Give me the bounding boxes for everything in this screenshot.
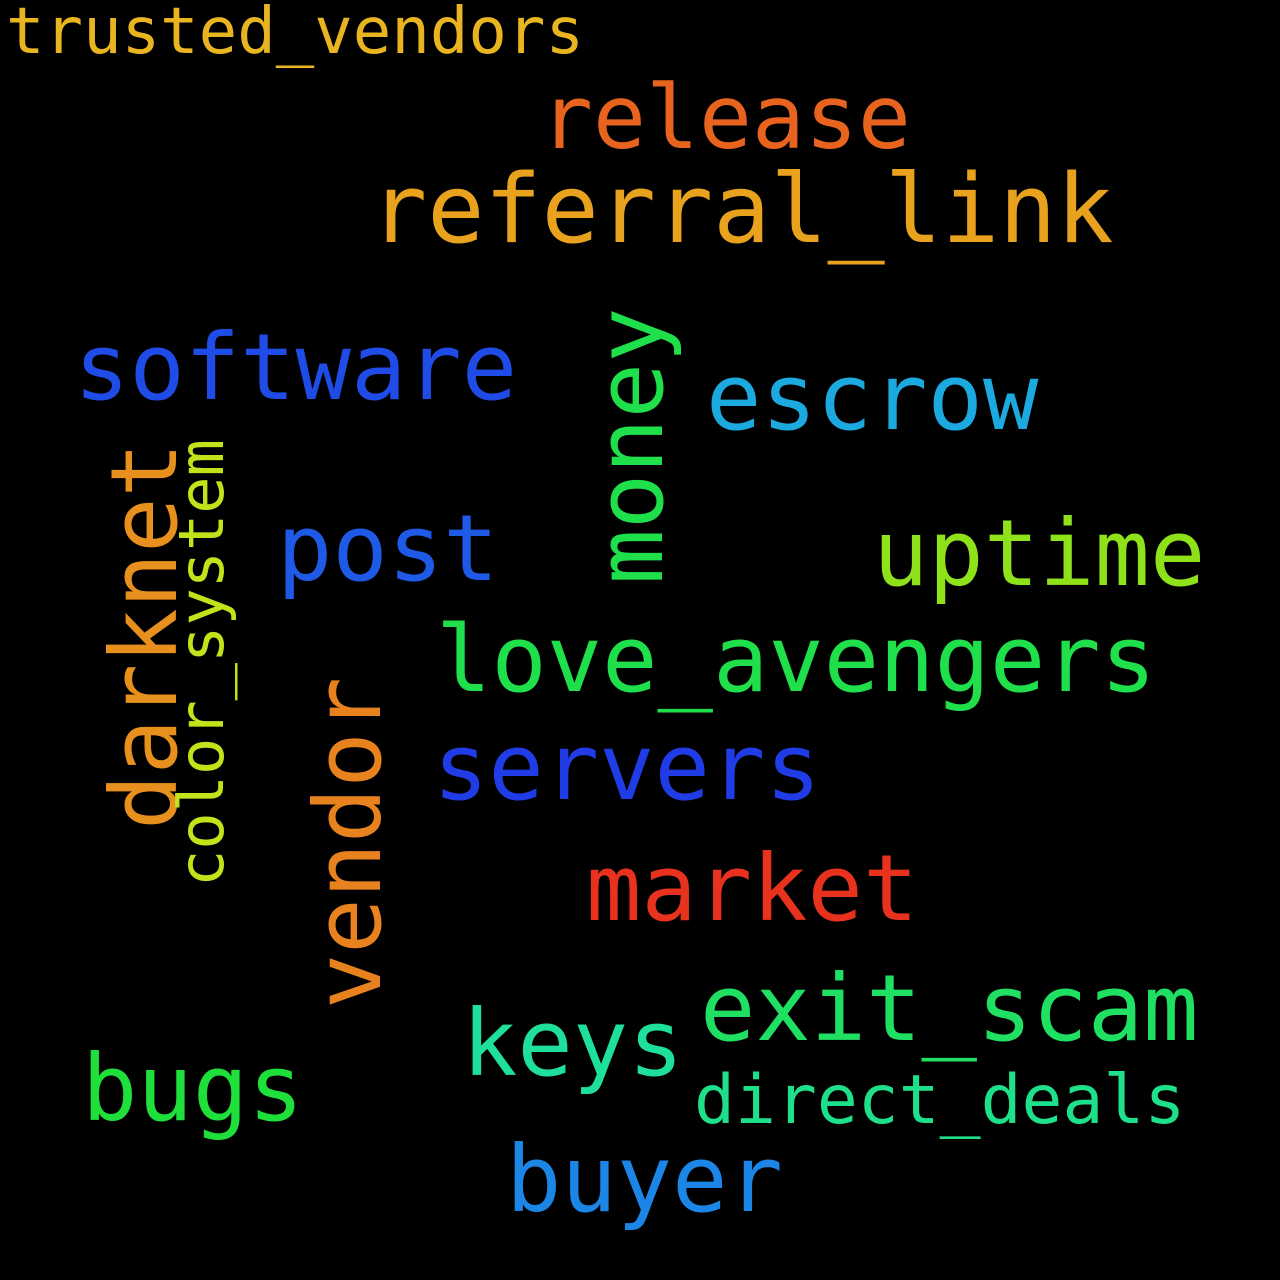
word-vendor: vendor bbox=[295, 676, 402, 1010]
word-color-system: color_system bbox=[165, 439, 238, 887]
word-direct-deals: direct_deals bbox=[694, 1061, 1186, 1140]
word-referral-link: referral_link bbox=[370, 155, 1114, 265]
word-release: release bbox=[540, 66, 911, 169]
word-escrow: escrow bbox=[706, 344, 1039, 451]
word-uptime: uptime bbox=[873, 500, 1206, 607]
word-cloud: trusted_vendors release referral_link so… bbox=[0, 0, 1280, 1280]
word-money: money bbox=[577, 307, 684, 585]
word-bugs: bugs bbox=[82, 1035, 304, 1142]
word-servers: servers bbox=[433, 714, 821, 821]
word-buyer: buyer bbox=[506, 1126, 783, 1233]
word-trusted-vendors: trusted_vendors bbox=[6, 0, 584, 69]
word-post: post bbox=[277, 495, 499, 602]
word-love-avengers: love_avengers bbox=[436, 606, 1157, 713]
word-market: market bbox=[586, 835, 919, 942]
word-keys: keys bbox=[462, 990, 684, 1097]
word-exit-scam: exit_scam bbox=[700, 955, 1199, 1062]
